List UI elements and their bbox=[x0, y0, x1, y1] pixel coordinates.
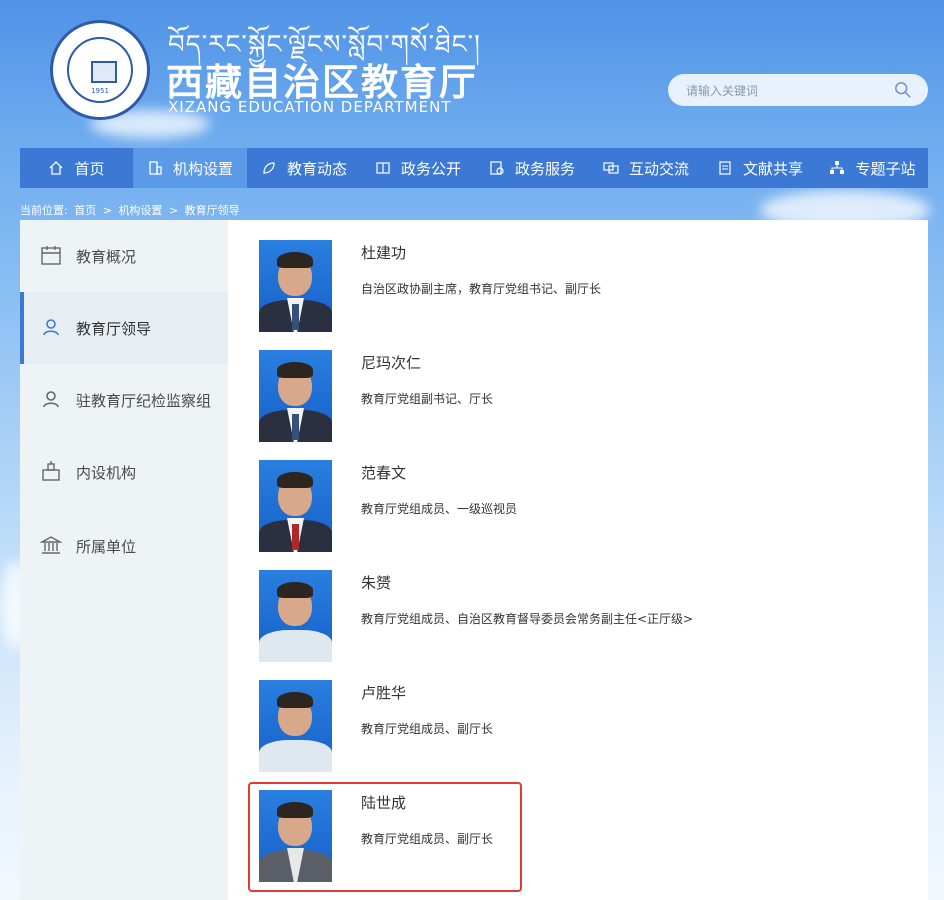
nav-item-news[interactable]: 教育动态 bbox=[247, 148, 361, 188]
nav-item-label: 教育动态 bbox=[286, 159, 347, 178]
leader-title: 自治区政协副主席，教育厅党组书记、副厅长 bbox=[361, 282, 602, 296]
search-input[interactable] bbox=[684, 74, 888, 108]
user-icon bbox=[40, 388, 64, 412]
sidebar-item-label: 内设机构 bbox=[76, 463, 137, 482]
highlight-box bbox=[248, 782, 522, 892]
main-nav: 首页 机构设置 教育动态 政务公开 政务服务 互动交流 文献共享 专题子站 bbox=[20, 148, 928, 188]
leader-photo[interactable] bbox=[259, 350, 332, 442]
leader-name[interactable]: 朱赟 bbox=[361, 572, 391, 593]
nav-item-interaction[interactable]: 互动交流 bbox=[589, 148, 703, 188]
logo-year: 1951 bbox=[91, 87, 109, 95]
sidebar-item-overview[interactable]: 教育概况 bbox=[20, 220, 228, 292]
breadcrumb-separator: > bbox=[168, 204, 179, 217]
list-item[interactable]: 杜建功 自治区政协副主席，教育厅党组书记、副厅长 bbox=[259, 240, 899, 340]
sidebar-item-label: 教育厅领导 bbox=[76, 319, 152, 338]
list-item[interactable]: 卢胜华 教育厅党组成员、副厅长 bbox=[259, 680, 899, 780]
sidebar-item-affiliated-units[interactable]: 所属单位 bbox=[20, 510, 228, 582]
sidebar-item-label: 所属单位 bbox=[76, 537, 137, 556]
nav-item-label: 专题子站 bbox=[855, 159, 916, 178]
sidebar-item-inspection[interactable]: 驻教育厅纪检监察组 bbox=[20, 364, 228, 436]
leader-photo[interactable] bbox=[259, 240, 332, 332]
nav-item-topics[interactable]: 专题子站 bbox=[817, 148, 928, 188]
breadcrumb-link-home[interactable]: 首页 bbox=[74, 204, 96, 217]
leaf-icon bbox=[261, 160, 277, 176]
nav-item-label: 首页 bbox=[74, 159, 105, 178]
leader-name[interactable]: 范春文 bbox=[361, 462, 406, 483]
list-item[interactable]: 尼玛次仁 教育厅党组副书记、厅长 bbox=[259, 350, 899, 450]
institution-icon bbox=[40, 534, 64, 558]
breadcrumb-current: 教育厅领导 bbox=[184, 204, 240, 217]
sidebar-item-label: 驻教育厅纪检监察组 bbox=[76, 391, 212, 410]
book-icon bbox=[91, 61, 117, 83]
nav-item-label: 文献共享 bbox=[742, 159, 803, 178]
nav-item-services[interactable]: 政务服务 bbox=[475, 148, 589, 188]
leader-title: 教育厅党组成员、一级巡视员 bbox=[361, 502, 518, 516]
sitemap-icon bbox=[829, 160, 845, 176]
nav-item-label: 政务服务 bbox=[514, 159, 575, 178]
sidebar-item-leaders[interactable]: 教育厅领导 bbox=[20, 292, 228, 364]
leader-photo[interactable] bbox=[259, 460, 332, 552]
organization-icon bbox=[40, 460, 64, 484]
list-item[interactable]: 范春文 教育厅党组成员、一级巡视员 bbox=[259, 460, 899, 560]
department-logo: 1951 bbox=[50, 20, 150, 120]
logo-inner-ring: 1951 bbox=[67, 37, 133, 103]
nav-item-label: 互动交流 bbox=[628, 159, 689, 178]
book-icon bbox=[375, 160, 391, 176]
nav-item-organization[interactable]: 机构设置 bbox=[133, 148, 247, 188]
nav-item-label: 机构设置 bbox=[172, 159, 233, 178]
leader-name[interactable]: 尼玛次仁 bbox=[361, 352, 421, 373]
breadcrumb: 当前位置: 首页 > 机构设置 > 教育厅领导 bbox=[20, 202, 243, 218]
home-icon bbox=[48, 160, 64, 176]
site-subtitle: XIZANG EDUCATION DEPARTMENT bbox=[168, 98, 452, 116]
leader-title: 教育厅党组成员、副厅长 bbox=[361, 722, 494, 736]
nav-item-documents[interactable]: 文献共享 bbox=[703, 148, 817, 188]
search-box bbox=[668, 74, 928, 108]
service-icon bbox=[489, 160, 505, 176]
leader-name[interactable]: 卢胜华 bbox=[361, 682, 406, 703]
leader-photo[interactable] bbox=[259, 680, 332, 772]
breadcrumb-link-organization[interactable]: 机构设置 bbox=[118, 204, 162, 217]
leader-title: 教育厅党组副书记、厅长 bbox=[361, 392, 494, 406]
sidebar: 教育概况 教育厅领导 驻教育厅纪检监察组 内设机构 所属单位 bbox=[20, 220, 228, 900]
nav-item-label: 政务公开 bbox=[400, 159, 461, 178]
breadcrumb-separator: > bbox=[102, 204, 112, 217]
search-icon[interactable] bbox=[894, 81, 912, 99]
building-icon bbox=[147, 160, 163, 176]
sidebar-item-departments[interactable]: 内设机构 bbox=[20, 436, 228, 508]
nav-item-home[interactable]: 首页 bbox=[20, 148, 133, 188]
document-icon bbox=[717, 160, 733, 176]
breadcrumb-prefix: 当前位置: bbox=[20, 204, 68, 217]
list-item[interactable]: 朱赟 教育厅党组成员、自治区教育督导委员会常务副主任<正厅级> bbox=[259, 570, 899, 670]
leader-name[interactable]: 杜建功 bbox=[361, 242, 406, 263]
nav-item-public-affairs[interactable]: 政务公开 bbox=[361, 148, 475, 188]
sidebar-item-label: 教育概况 bbox=[76, 247, 137, 266]
user-icon bbox=[40, 316, 64, 340]
chat-icon bbox=[603, 160, 619, 176]
leader-photo[interactable] bbox=[259, 570, 332, 662]
leader-title: 教育厅党组成员、自治区教育督导委员会常务副主任<正厅级> bbox=[361, 612, 694, 626]
calendar-icon bbox=[40, 244, 64, 268]
